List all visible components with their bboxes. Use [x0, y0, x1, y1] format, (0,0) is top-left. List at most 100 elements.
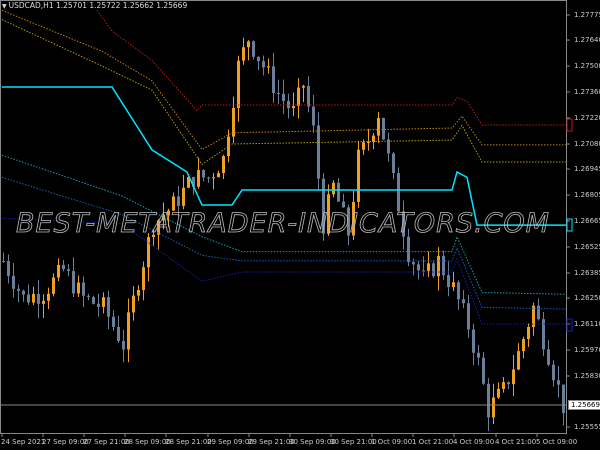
candle — [542, 311, 545, 357]
price-label: 1.25970 — [574, 345, 600, 354]
candle — [467, 294, 470, 338]
candle — [147, 233, 150, 282]
current-price-label: 1.25669 — [568, 400, 600, 410]
candle — [312, 94, 315, 133]
candle — [137, 285, 140, 301]
main-indicator-line — [2, 86, 567, 226]
time-label: 24 Sep 2021 — [1, 438, 46, 446]
low-price: 1.25662 — [122, 1, 154, 10]
candle — [62, 260, 65, 272]
candle — [477, 344, 480, 366]
candle — [437, 247, 440, 291]
candle — [507, 381, 510, 390]
time-label: 29 Sep 09:00 — [207, 438, 254, 446]
candle — [272, 52, 275, 103]
candle — [207, 176, 210, 183]
candle — [482, 351, 485, 386]
candle — [297, 78, 300, 119]
price-label: 1.27640 — [574, 36, 600, 45]
open-price: 1.25701 — [55, 1, 87, 10]
candle — [17, 284, 20, 303]
time-label: 28 Sep 21:00 — [165, 438, 212, 446]
candle — [282, 79, 285, 115]
time-label: 29 Sep 21:00 — [248, 438, 295, 446]
candle — [87, 293, 90, 301]
candle — [257, 56, 260, 71]
time-label: 28 Sep 09:00 — [124, 438, 171, 446]
price-label: 1.26665 — [574, 217, 600, 225]
candle — [267, 58, 270, 74]
candle — [97, 293, 100, 317]
time-label: 1 Oct 09:00 — [371, 438, 413, 446]
candle — [12, 262, 15, 298]
candle — [107, 290, 110, 330]
candle — [317, 112, 320, 190]
candle — [202, 169, 205, 182]
candle — [417, 260, 420, 280]
candle — [72, 257, 75, 298]
candle — [142, 261, 145, 301]
price-label: 1.26805 — [574, 191, 600, 200]
candle — [237, 55, 240, 122]
candle — [37, 279, 40, 319]
candle — [532, 302, 535, 336]
candle — [552, 360, 555, 387]
candle — [92, 295, 95, 305]
candle — [77, 275, 80, 297]
candle — [117, 315, 120, 343]
price-label: 1.27220 — [574, 114, 600, 122]
candle — [122, 329, 125, 363]
candle — [517, 343, 520, 371]
candle — [222, 154, 225, 180]
time-label: 30 Sep 09:00 — [289, 438, 336, 446]
time-label: 30 Sep 21:00 — [330, 438, 377, 446]
candle — [217, 170, 220, 178]
candle — [547, 340, 550, 367]
blue-indicator-line — [1, 176, 568, 310]
candle — [57, 258, 60, 281]
candle — [387, 132, 390, 162]
symbol: USDCAD,H1 — [8, 1, 54, 10]
candle — [132, 286, 135, 321]
collapse-triangle-icon[interactable]: ▼ — [2, 3, 7, 10]
candle — [502, 377, 505, 393]
candle — [182, 174, 185, 210]
price-label: 1.26525 — [574, 242, 600, 251]
candle — [307, 76, 310, 113]
candle — [197, 157, 200, 189]
candle — [252, 40, 255, 60]
candle — [342, 193, 345, 208]
candle — [367, 128, 370, 151]
candle — [357, 140, 360, 208]
candle — [392, 151, 395, 180]
candle — [432, 260, 435, 279]
candle — [52, 273, 55, 297]
candle — [292, 92, 295, 117]
red-level-marker — [566, 118, 573, 132]
candle — [287, 93, 290, 119]
high-price: 1.25722 — [89, 1, 121, 10]
price-label: 1.26250 — [574, 294, 600, 303]
candle — [262, 55, 265, 76]
candle — [212, 172, 215, 190]
time-label: 27 Sep 09:00 — [42, 438, 89, 446]
candle — [497, 382, 500, 399]
price-label: 1.27360 — [574, 88, 600, 97]
candle — [462, 290, 465, 309]
time-label: 27 Sep 21:00 — [83, 438, 130, 446]
candle — [67, 263, 70, 277]
candle — [82, 276, 85, 307]
candle — [127, 298, 130, 363]
time-label: 4 Oct 09:00 — [453, 438, 495, 446]
price-label: 1.26945 — [574, 165, 600, 174]
price-label: 1.27080 — [574, 139, 600, 148]
candle — [457, 280, 460, 310]
candle — [2, 252, 5, 263]
time-label: 1 Oct 21:00 — [412, 438, 454, 446]
candle — [7, 254, 10, 284]
price-label: 1.27500 — [574, 62, 600, 71]
price-label: 1.25555 — [574, 423, 600, 431]
candle — [492, 383, 495, 425]
candle — [382, 117, 385, 141]
price-chart[interactable]: BEST-METATRADER-INDICATORS.COM — [0, 0, 600, 450]
